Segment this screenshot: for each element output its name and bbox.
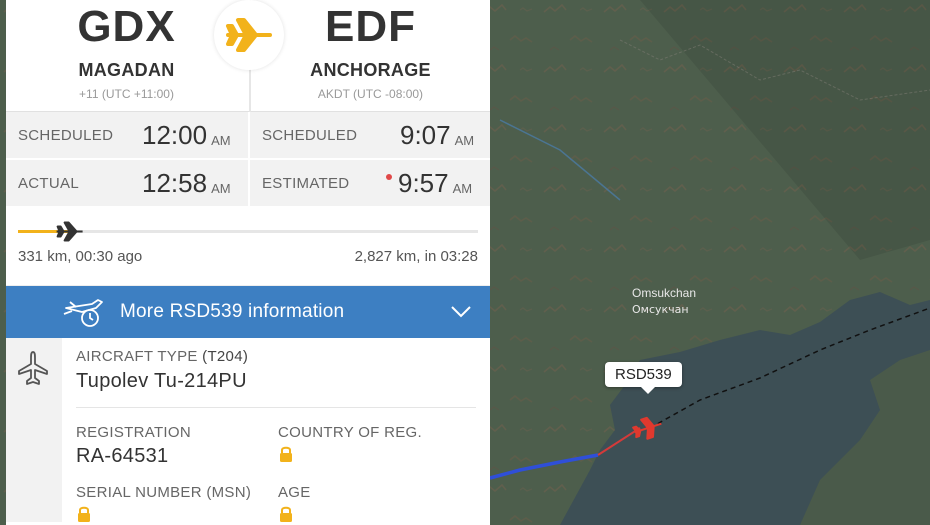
aircraft-icon-column <box>6 338 60 522</box>
arrival-estimated-label: ESTIMATED <box>262 174 350 192</box>
departure-actual-time: 12:58 <box>142 167 208 198</box>
destination-timezone: AKDT (UTC -08:00) <box>317 87 424 101</box>
origin-city: MAGADAN <box>78 60 175 80</box>
arrival-scheduled-time: 9:07 <box>400 119 451 150</box>
origin-timezone: +11 (UTC +11:00) <box>79 87 174 101</box>
map-place-label: Omsukchan <box>632 286 696 300</box>
arrival-scheduled: SCHEDULED 9:07 AM <box>248 112 490 158</box>
aircraft-type-label: AIRCRAFT TYPE <box>76 348 198 365</box>
divider <box>76 407 476 408</box>
departure-scheduled: SCHEDULED 12:00 AM <box>6 112 248 158</box>
flight-progress: 331 km, 00:30 ago 2,827 km, in 03:28 <box>6 208 490 286</box>
destination-block[interactable]: EDF ANCHORAGE AKDT (UTC -08:00) <box>249 0 490 112</box>
scheduled-row: SCHEDULED 12:00 AM SCHEDULED 9:07 AM <box>6 112 490 160</box>
delay-indicator-dot <box>386 174 392 180</box>
departure-actual-label: ACTUAL <box>18 174 79 192</box>
destination-code: EDF <box>325 2 416 51</box>
progress-track <box>18 230 478 233</box>
progress-remaining: 2,827 km, in 03:28 <box>354 248 478 265</box>
aircraft-icon <box>18 351 48 385</box>
route-plane-badge <box>214 0 284 70</box>
more-info-label: More RSD539 information <box>120 301 345 322</box>
progress-bar <box>18 221 478 242</box>
route-header: GDX MAGADAN +11 (UTC +11:00) EDF ANCHORA… <box>6 0 490 112</box>
arrival-scheduled-ampm: AM <box>454 132 475 148</box>
flight-info-panel: GDX MAGADAN +11 (UTC +11:00) EDF ANCHORA… <box>6 0 490 525</box>
chevron-down-icon[interactable] <box>450 305 472 319</box>
lock-icon[interactable] <box>76 505 92 523</box>
arrival-estimated: ESTIMATED 9:57 AM <box>248 160 490 206</box>
actual-row: ACTUAL 12:58 AM ESTIMATED 9:57 AM <box>6 160 490 208</box>
departure-actual-ampm: AM <box>211 180 231 196</box>
lock-icon[interactable] <box>278 505 294 523</box>
plane-clock-icon <box>63 299 103 327</box>
departure-actual: ACTUAL 12:58 AM <box>6 160 248 206</box>
map-place-label-cyrillic: Омсукчан <box>632 303 689 316</box>
callsign-tooltip[interactable]: RSD539 <box>605 362 682 394</box>
departure-scheduled-ampm: AM <box>211 132 231 148</box>
country-of-reg-label: COUNTRY OF REG. <box>278 424 422 441</box>
aircraft-details: AIRCRAFT TYPE (T204) Tupolev Tu-214PU RE… <box>6 338 490 522</box>
aircraft-type-name: Tupolev Tu-214PU <box>76 370 247 392</box>
destination-city: ANCHORAGE <box>310 60 431 80</box>
departure-scheduled-time: 12:00 <box>142 119 208 150</box>
serial-number-label: SERIAL NUMBER (MSN) <box>76 484 252 501</box>
aircraft-type-code: (T204) <box>202 348 249 365</box>
times-grid: SCHEDULED 12:00 AM SCHEDULED 9:07 AM ACT… <box>6 112 490 208</box>
registration-value: RA-64531 <box>76 445 169 467</box>
age-label: AGE <box>278 484 311 501</box>
arrival-estimated-time: 9:57 <box>398 167 449 198</box>
progress-elapsed: 331 km, 00:30 ago <box>18 248 143 265</box>
origin-block[interactable]: GDX MAGADAN +11 (UTC +11:00) <box>6 0 247 101</box>
arrival-scheduled-label: SCHEDULED <box>262 126 358 144</box>
departure-scheduled-label: SCHEDULED <box>18 126 114 144</box>
registration-label: REGISTRATION <box>76 424 191 441</box>
more-info-button[interactable]: More RSD539 information <box>6 286 490 338</box>
aircraft-details-content: AIRCRAFT TYPE (T204) Tupolev Tu-214PU RE… <box>62 338 490 522</box>
plane-icon <box>56 221 83 242</box>
arrival-estimated-ampm: AM <box>452 180 473 196</box>
plane-icon <box>226 18 272 52</box>
origin-code: GDX <box>77 2 176 51</box>
lock-icon[interactable] <box>278 445 294 463</box>
